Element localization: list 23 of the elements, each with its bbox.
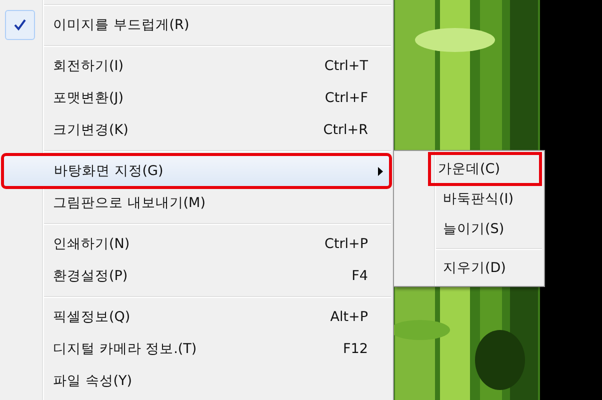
shortcut-text: Ctrl+T xyxy=(324,56,368,76)
menu-item[interactable]: 픽셀정보(Q) Alt+P xyxy=(3,301,390,333)
menu-item[interactable]: 인쇄하기(N) Ctrl+P xyxy=(3,228,390,260)
menu-item[interactable]: 늘이기(S) xyxy=(397,214,541,244)
menu-item[interactable]: 디지털 카메라 정보.(T) F12 xyxy=(3,333,390,365)
menu-item[interactable]: 이미지를 부드럽게(R) xyxy=(3,9,390,41)
menu-item[interactable]: 가운데(C) xyxy=(430,154,540,184)
menu-item[interactable]: 회전하기(I) Ctrl+T xyxy=(3,50,390,82)
menu-item[interactable]: 파일 속성(Y) xyxy=(3,365,390,397)
shortcut-text: Ctrl+P xyxy=(324,234,368,254)
menu-item[interactable]: 그림판으로 내보내기(M) xyxy=(3,187,390,219)
menu-item[interactable]: 크기변경(K) Ctrl+R xyxy=(3,114,390,146)
shortcut-text: F12 xyxy=(343,340,368,359)
menu-item[interactable]: 포맷변환(J) Ctrl+F xyxy=(3,82,390,114)
shortcut-text: F4 xyxy=(352,266,368,286)
menu-item[interactable]: 바탕화면 지정(G) xyxy=(3,155,390,187)
menu-item[interactable]: 지우기(D) xyxy=(397,253,541,283)
menu-item[interactable]: 환경설정(P) F4 xyxy=(3,260,390,292)
shortcut-text: Ctrl+R xyxy=(323,120,368,140)
shortcut-text: Ctrl+F xyxy=(324,88,368,108)
menu-item[interactable]: 바둑판식(I) xyxy=(397,184,541,214)
submenu-arrow-icon xyxy=(378,167,383,176)
shortcut-text: Alt+P xyxy=(330,308,368,327)
